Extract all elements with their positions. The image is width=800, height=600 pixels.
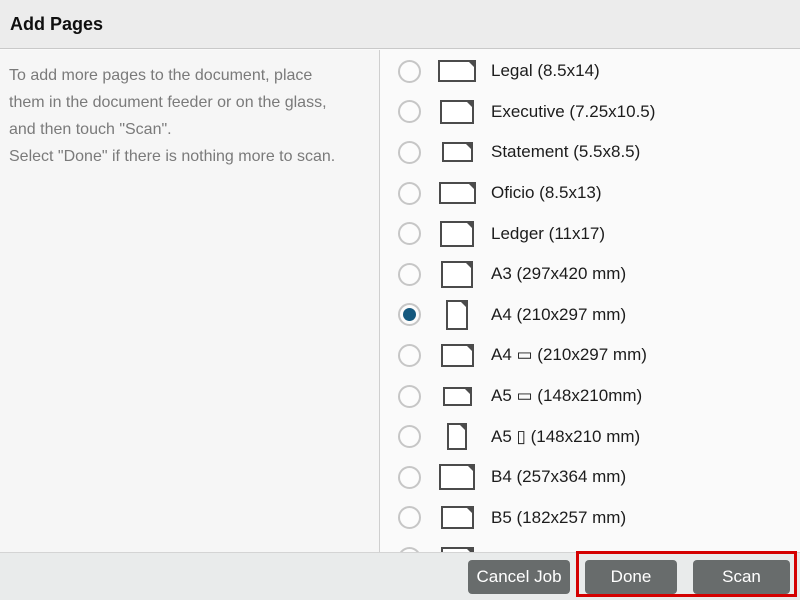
paper-size-label: A4 (210x297 mm) <box>491 305 626 325</box>
paper-size-label: Ledger (11x17) <box>491 224 605 244</box>
radio-button[interactable] <box>398 303 421 326</box>
radio-button[interactable] <box>398 506 421 529</box>
dialog-body: To add more pages to the document, place… <box>0 50 800 552</box>
paper-landscape-icon <box>439 182 476 204</box>
paper-size-option[interactable] <box>380 538 800 552</box>
paper-size-option[interactable]: B4 (257x364 mm) <box>380 457 800 498</box>
scan-button[interactable]: Scan <box>693 560 790 594</box>
instructions-panel: To add more pages to the document, place… <box>0 50 380 552</box>
radio-button[interactable] <box>398 182 421 205</box>
done-button[interactable]: Done <box>585 560 677 594</box>
paper-landscape-icon <box>441 344 474 367</box>
paper-size-label: A5 ▯ (148x210 mm) <box>491 427 640 447</box>
paper-landscape-icon <box>442 142 473 162</box>
paper-landscape-icon <box>440 221 474 247</box>
instruction-line: Select "Done" if there is nothing more t… <box>9 143 371 170</box>
paper-portrait-icon <box>447 423 467 450</box>
radio-button[interactable] <box>398 385 421 408</box>
paper-size-label: A3 (297x420 mm) <box>491 264 626 284</box>
paper-size-option[interactable]: Legal (8.5x14) <box>380 51 800 92</box>
radio-button[interactable] <box>398 60 421 83</box>
dialog-header: Add Pages <box>0 0 800 49</box>
paper-size-list[interactable]: Legal (8.5x14) Executive (7.25x10.5) Sta… <box>380 50 800 552</box>
paper-size-option[interactable]: A4 (210x297 mm) <box>380 295 800 336</box>
page-title: Add Pages <box>10 14 103 35</box>
paper-landscape-icon <box>438 60 476 82</box>
paper-size-label: Legal (8.5x14) <box>491 61 600 81</box>
paper-size-label: Executive (7.25x10.5) <box>491 102 655 122</box>
paper-landscape-icon <box>441 506 474 529</box>
add-pages-dialog: Add Pages To add more pages to the docum… <box>0 0 800 600</box>
radio-button[interactable] <box>398 425 421 448</box>
paper-size-label: B4 (257x364 mm) <box>491 467 626 487</box>
instruction-line: To add more pages to the document, place <box>9 62 371 89</box>
paper-landscape-icon <box>439 464 475 490</box>
paper-size-option[interactable]: A5 ▯ (148x210 mm) <box>380 416 800 457</box>
paper-size-label: Statement (5.5x8.5) <box>491 142 640 162</box>
paper-size-label: A4 ▭ (210x297 mm) <box>491 345 647 365</box>
paper-size-label: Oficio (8.5x13) <box>491 183 602 203</box>
paper-size-option[interactable]: Executive (7.25x10.5) <box>380 92 800 133</box>
paper-size-option[interactable]: Oficio (8.5x13) <box>380 173 800 214</box>
radio-button[interactable] <box>398 141 421 164</box>
paper-size-label: B5 (182x257 mm) <box>491 508 626 528</box>
paper-landscape-icon <box>440 100 474 124</box>
footer-bar: Cancel Job Done Scan <box>0 552 800 600</box>
cancel-job-button[interactable]: Cancel Job <box>468 560 570 594</box>
instruction-line: them in the document feeder or on the gl… <box>9 89 371 116</box>
radio-button[interactable] <box>398 222 421 245</box>
paper-portrait-icon <box>446 300 468 330</box>
radio-button[interactable] <box>398 263 421 286</box>
radio-button[interactable] <box>398 466 421 489</box>
radio-button[interactable] <box>398 344 421 367</box>
radio-button[interactable] <box>398 100 421 123</box>
paper-size-option[interactable]: A3 (297x420 mm) <box>380 254 800 295</box>
paper-size-option[interactable]: B5 (182x257 mm) <box>380 498 800 539</box>
paper-size-option[interactable]: A4 ▭ (210x297 mm) <box>380 335 800 376</box>
paper-landscape-icon <box>441 261 473 288</box>
paper-size-option[interactable]: A5 ▭ (148x210mm) <box>380 376 800 417</box>
paper-size-option[interactable]: Statement (5.5x8.5) <box>380 132 800 173</box>
paper-size-label: A5 ▭ (148x210mm) <box>491 386 642 406</box>
instruction-line: and then touch "Scan". <box>9 116 371 143</box>
paper-size-option[interactable]: Ledger (11x17) <box>380 213 800 254</box>
paper-landscape-icon <box>443 387 472 406</box>
